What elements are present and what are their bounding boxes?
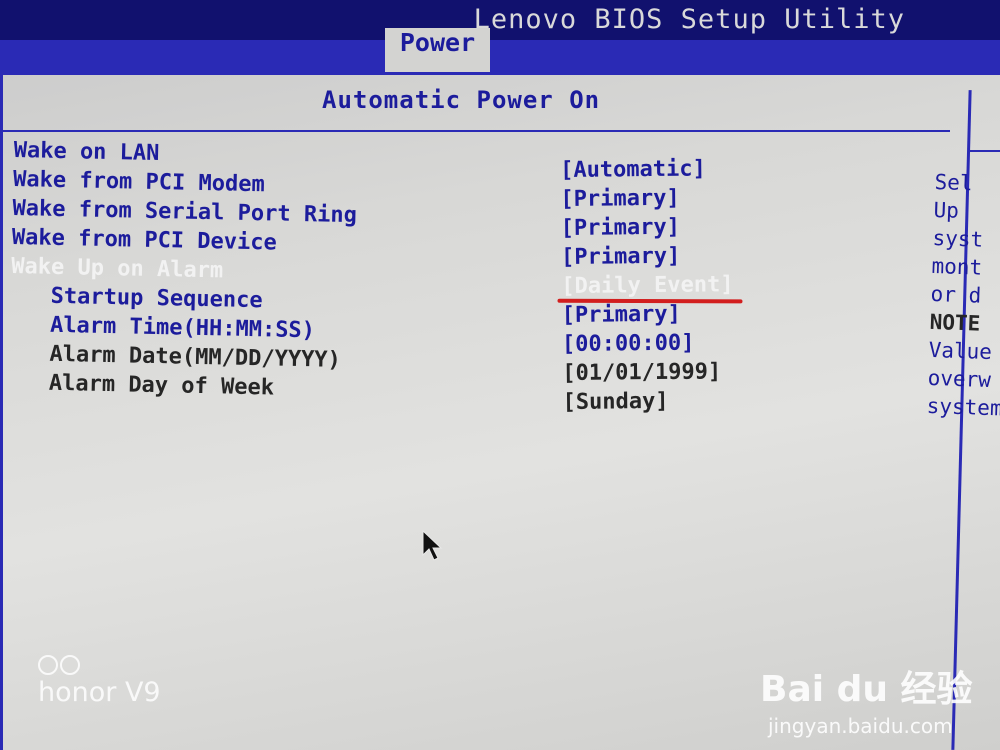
camera-watermark-text: honor V9 (38, 677, 161, 708)
help-line: Value (928, 337, 993, 365)
help-line: mont (931, 253, 983, 280)
frame-left-border (0, 72, 3, 750)
mouse-pointer-icon (422, 530, 443, 561)
title-bar: Lenovo BIOS Setup Utility (0, 0, 1000, 40)
value-alarm-time[interactable]: [00:00:00] (562, 329, 822, 361)
red-underline-annotation (557, 298, 743, 304)
baidu-watermark-brand: Bai du 经验 (760, 669, 973, 710)
help-line: Sel (934, 170, 973, 196)
app-title: Lenovo BIOS Setup Utility (473, 4, 905, 35)
tab-power[interactable]: Power (385, 28, 490, 72)
camera-logo-icon (38, 655, 161, 675)
help-line: overw (927, 365, 992, 393)
help-line-note: NOTE (929, 309, 981, 336)
value-wake-up-on-alarm-text: [Daily Event] (561, 272, 734, 299)
value-wake-up-on-alarm[interactable]: [Daily Event] (557, 271, 821, 304)
help-line: or d (930, 281, 982, 308)
settings-list: Wake on LAN Wake from PCI Modem Wake fro… (9, 138, 574, 411)
menu-header: Automatic Power On (322, 86, 601, 114)
camera-watermark: honor V9 (38, 655, 161, 708)
help-panel: Sel Up syst mont or d NOTE Value overw s… (926, 170, 1000, 425)
help-line: syst (932, 225, 984, 252)
help-line: Up (933, 197, 960, 223)
value-wake-from-pci-device[interactable]: [Primary] (561, 242, 821, 274)
value-alarm-day-of-week: [Sunday] (562, 388, 669, 415)
value-wake-from-serial-port-ring[interactable]: [Primary] (561, 213, 821, 245)
help-line: system (926, 393, 1000, 421)
value-wake-on-lan[interactable]: [Automatic] (560, 155, 820, 187)
baidu-watermark: Bai du 经验 jingyan.baidu.com (760, 660, 973, 738)
bios-screen: Lenovo BIOS Setup Utility Power Automati… (0, 0, 1000, 750)
value-startup-sequence[interactable]: [Primary] (562, 300, 822, 332)
frame-top-border (0, 72, 1000, 75)
value-alarm-date: [01/01/1999] (562, 359, 722, 386)
settings-values: [Automatic] [Primary] [Primary] [Primary… (557, 155, 823, 419)
value-wake-from-pci-modem[interactable]: [Primary] (560, 184, 820, 216)
tab-strip (0, 40, 1000, 72)
header-rule (0, 130, 950, 132)
help-header-rule (968, 150, 1000, 152)
baidu-watermark-url: jingyan.baidu.com (768, 714, 953, 738)
